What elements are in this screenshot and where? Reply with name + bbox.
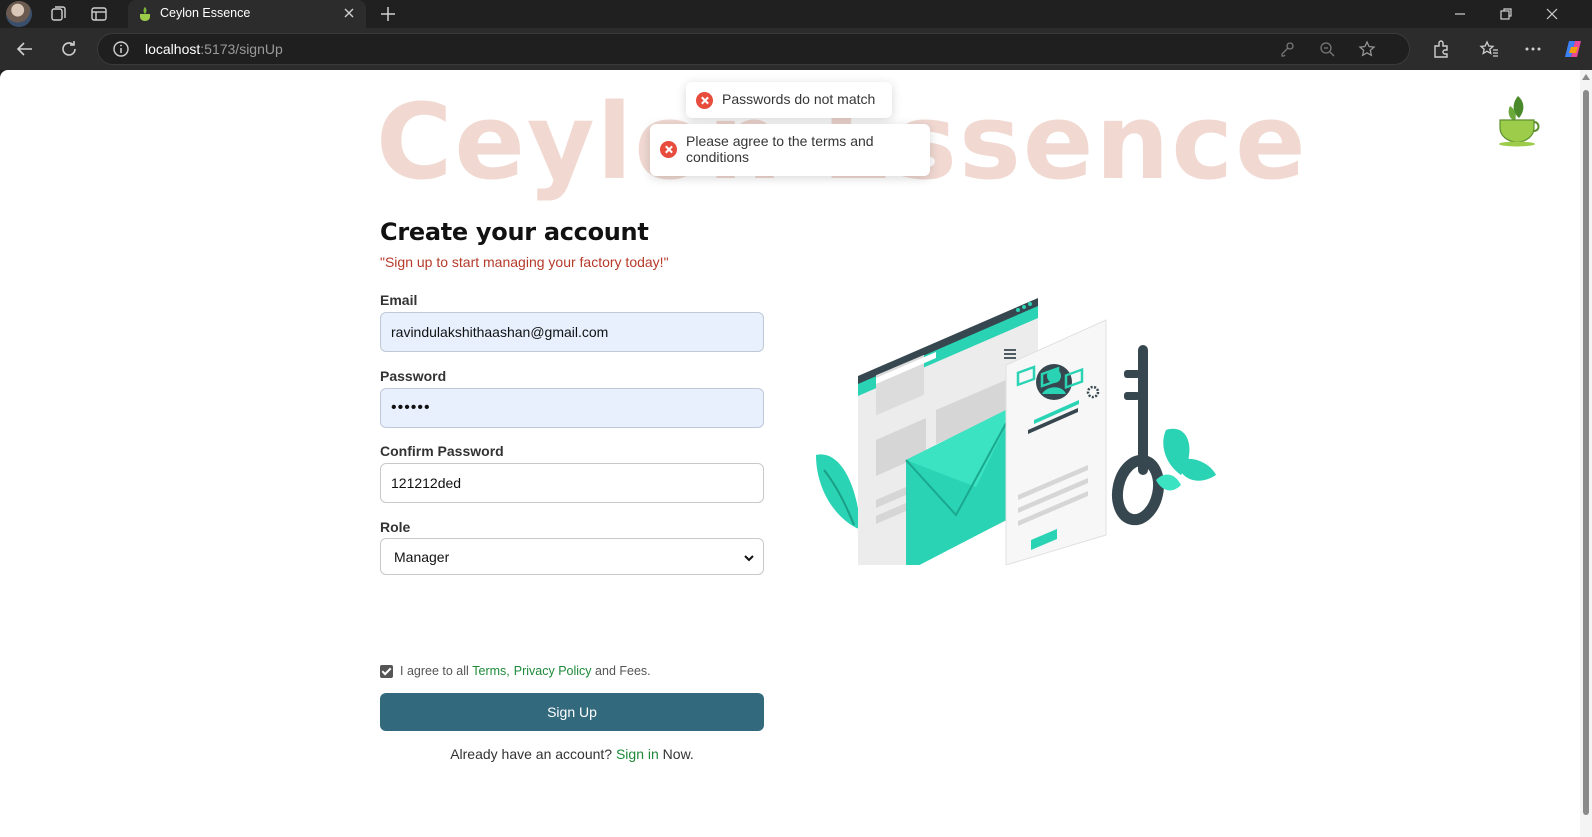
refresh-icon[interactable] bbox=[58, 38, 80, 60]
role-value: Manager bbox=[394, 548, 450, 565]
minimize-icon[interactable] bbox=[1450, 4, 1470, 24]
browser-title-bar: Ceylon Essence bbox=[0, 0, 1592, 28]
agree-suffix: and Fees. bbox=[591, 664, 651, 678]
privacy-policy-link[interactable]: Privacy Policy bbox=[514, 664, 592, 678]
close-window-icon[interactable] bbox=[1542, 4, 1562, 24]
tea-cup-logo-icon bbox=[1499, 96, 1540, 147]
agree-prefix: I agree to all bbox=[400, 664, 473, 678]
error-icon bbox=[696, 92, 713, 109]
restore-icon[interactable] bbox=[1496, 4, 1516, 24]
confirm-password-value: 121212ded bbox=[391, 475, 462, 491]
address-bar[interactable]: localhost:5173/signUp bbox=[97, 33, 1410, 65]
error-toast-terms: Please agree to the terms and conditions bbox=[650, 124, 930, 176]
terms-link[interactable]: Terms, bbox=[472, 664, 510, 678]
favorite-star-icon[interactable] bbox=[1358, 40, 1376, 58]
page-title: Create your account bbox=[380, 218, 649, 246]
toast-message: Please agree to the terms and conditions bbox=[686, 133, 874, 165]
error-toast-password-mismatch: Passwords do not match bbox=[686, 82, 892, 118]
signup-page: Ceylon Essence Passwords do not match Pl… bbox=[0, 70, 1580, 837]
tab-actions-icon[interactable] bbox=[89, 4, 109, 24]
scroll-thumb[interactable] bbox=[1583, 90, 1589, 815]
profile-avatar[interactable] bbox=[6, 1, 32, 27]
more-options-icon[interactable] bbox=[1522, 38, 1544, 60]
confirm-password-field[interactable]: 121212ded bbox=[380, 463, 764, 503]
page-subtitle: "Sign up to start managing your factory … bbox=[380, 254, 669, 270]
tab-title: Ceylon Essence bbox=[160, 6, 251, 20]
url-text: localhost:5173/signUp bbox=[145, 41, 283, 57]
sign-up-button[interactable]: Sign Up bbox=[380, 693, 764, 731]
sign-in-link[interactable]: Sign in bbox=[616, 746, 659, 762]
scroll-up-arrow-icon[interactable] bbox=[1582, 74, 1590, 80]
role-select[interactable]: Manager bbox=[380, 538, 764, 575]
workspaces-icon[interactable] bbox=[48, 4, 68, 24]
signin-prefix: Already have an account? bbox=[450, 746, 616, 762]
favorites-icon[interactable] bbox=[1478, 38, 1500, 60]
error-icon bbox=[660, 141, 677, 158]
copilot-icon[interactable] bbox=[1562, 38, 1584, 60]
signin-prompt: Already have an account? Sign in Now. bbox=[380, 746, 764, 762]
close-tab-icon[interactable] bbox=[342, 6, 356, 20]
email-value: ravindulakshithaashan@gmail.com bbox=[391, 324, 609, 340]
browser-toolbar: localhost:5173/signUp bbox=[0, 28, 1592, 70]
zoom-icon[interactable] bbox=[1318, 40, 1336, 58]
password-value: •••••• bbox=[391, 399, 431, 416]
terms-checkbox[interactable] bbox=[380, 664, 393, 678]
confirm-password-label: Confirm Password bbox=[380, 443, 504, 459]
extensions-icon[interactable] bbox=[1430, 38, 1452, 60]
toast-message: Passwords do not match bbox=[722, 91, 876, 107]
chevron-down-icon bbox=[744, 555, 754, 562]
signup-illustration bbox=[816, 298, 1216, 565]
password-label: Password bbox=[380, 368, 447, 384]
site-info-icon[interactable] bbox=[112, 40, 130, 58]
back-icon[interactable] bbox=[14, 38, 36, 60]
page-scrollbar[interactable] bbox=[1580, 70, 1592, 837]
terms-agreement: I agree to all Terms, Privacy Policy and… bbox=[380, 664, 651, 678]
tea-favicon-icon bbox=[140, 7, 150, 21]
signup-form: Create your account "Sign up to start ma… bbox=[380, 218, 764, 762]
tab-ceylon-essence[interactable]: Ceylon Essence bbox=[128, 0, 366, 28]
password-key-icon[interactable] bbox=[1278, 40, 1296, 58]
email-field[interactable]: ravindulakshithaashan@gmail.com bbox=[380, 312, 764, 352]
role-label: Role bbox=[380, 519, 411, 535]
signin-suffix: Now. bbox=[658, 746, 694, 762]
email-label: Email bbox=[380, 292, 418, 308]
new-tab-icon[interactable] bbox=[378, 4, 398, 24]
password-field[interactable]: •••••• bbox=[380, 388, 764, 428]
